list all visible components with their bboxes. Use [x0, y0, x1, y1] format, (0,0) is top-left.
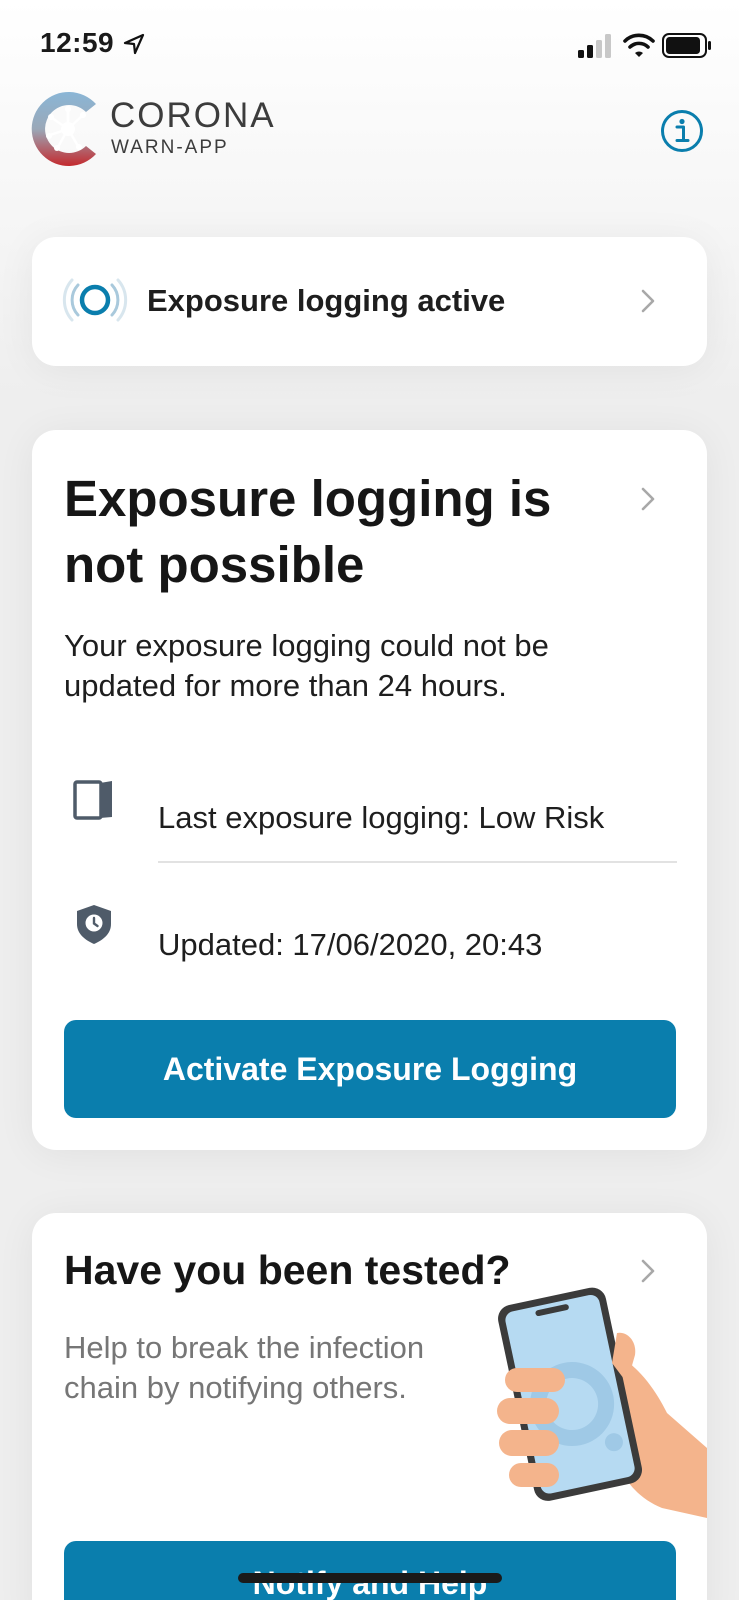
hand-holding-phone-illustration — [497, 1287, 707, 1518]
calendar-page-icon — [73, 780, 112, 820]
risk-card[interactable]: Exposure logging is not possible Your ex… — [32, 430, 707, 1150]
cellular-signal-icon — [578, 34, 611, 58]
row-divider — [158, 861, 677, 863]
radar-icon — [62, 278, 128, 322]
notify-and-help-button[interactable]: Notify and Help — [64, 1541, 676, 1600]
logo-title: CORONA — [110, 96, 276, 135]
info-button-icon[interactable] — [660, 109, 704, 153]
exposure-status-card[interactable]: Exposure logging active — [32, 237, 707, 366]
chevron-right-icon — [641, 289, 655, 313]
wifi-icon — [623, 33, 655, 57]
home-indicator — [238, 1573, 502, 1583]
status-bar: 12:59 — [0, 0, 739, 92]
tested-card[interactable]: Have you been tested? Help to break the … — [32, 1213, 707, 1600]
status-time: 12:59 — [40, 27, 115, 58]
logo-subtitle: WARN-APP — [111, 137, 229, 158]
last-exposure-logging-text: Last exposure logging: Low Risk — [158, 800, 605, 835]
risk-card-description: Your exposure logging could not be updat… — [64, 628, 549, 703]
activate-exposure-logging-button[interactable]: Activate Exposure Logging — [64, 1020, 676, 1118]
tested-card-description: Help to break the infection chain by not… — [64, 1330, 425, 1405]
corona-warn-app-logo-icon — [31, 92, 97, 166]
tested-card-title: Have you been tested? — [64, 1247, 511, 1293]
location-arrow-icon — [123, 33, 145, 55]
status-label: Exposure logging active — [147, 283, 506, 318]
chevron-right-icon — [641, 487, 655, 511]
battery-icon — [662, 33, 711, 58]
updated-timestamp-text: Updated: 17/06/2020, 20:43 — [158, 927, 543, 962]
risk-card-title: Exposure logging is not possible — [64, 470, 552, 593]
shield-clock-icon — [77, 905, 111, 944]
